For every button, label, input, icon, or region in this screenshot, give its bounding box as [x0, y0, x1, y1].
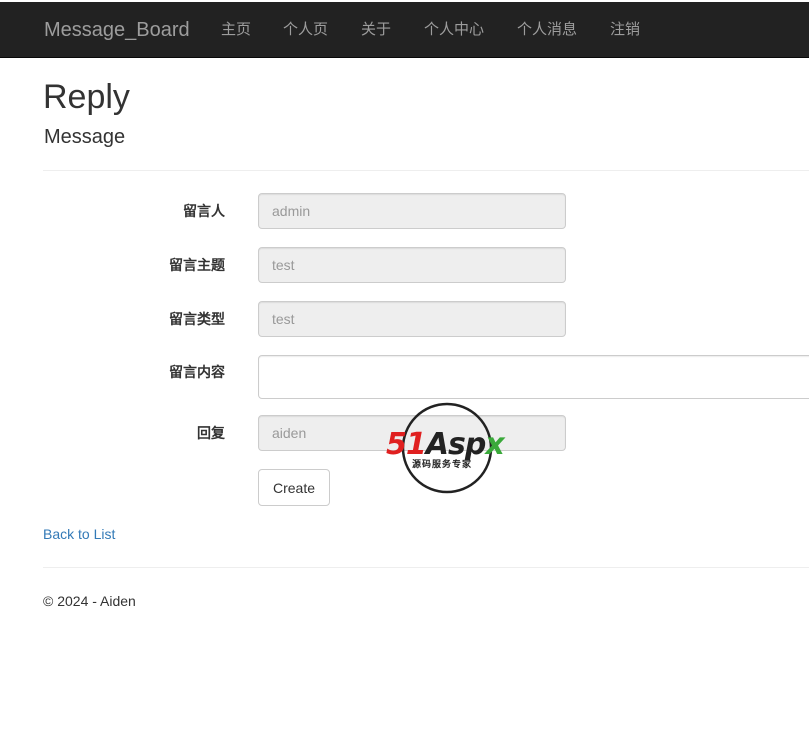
nav-item-about[interactable]: 关于 [361, 20, 391, 40]
nav-item-logout[interactable]: 注销 [610, 20, 640, 40]
content-input[interactable] [258, 355, 809, 399]
type-input[interactable] [258, 301, 566, 337]
navbar: Message_Board 主页 个人页 关于 个人中心 个人消息 注销 [0, 2, 809, 58]
nav-item-personal-center[interactable]: 个人中心 [424, 20, 484, 40]
subject-label: 留言主题 [169, 258, 225, 274]
content-label: 留言内容 [169, 365, 225, 381]
page-title: Reply [43, 78, 130, 116]
reply-label: 回复 [197, 426, 225, 442]
back-to-list-link[interactable]: Back to List [43, 524, 115, 544]
author-input[interactable] [258, 193, 566, 229]
footer-divider [43, 567, 809, 568]
watermark-logo: 51Aspx 源码服务专家 [384, 402, 514, 494]
create-button[interactable]: Create [258, 469, 330, 506]
watermark-subtext: 源码服务专家 [412, 460, 473, 470]
author-label: 留言人 [183, 204, 225, 220]
divider [43, 170, 809, 171]
page-subtitle: Message [44, 126, 126, 148]
watermark-main-text: 51Aspx [386, 427, 505, 462]
nav-item-home[interactable]: 主页 [221, 20, 251, 40]
nav-item-personal-page[interactable]: 个人页 [283, 20, 328, 40]
footer-copyright: © 2024 - Aiden [43, 593, 136, 609]
nav-item-personal-messages[interactable]: 个人消息 [517, 20, 577, 40]
subject-input[interactable] [258, 247, 566, 283]
type-label: 留言类型 [169, 312, 225, 328]
brand-link[interactable]: Message_Board [44, 18, 190, 42]
